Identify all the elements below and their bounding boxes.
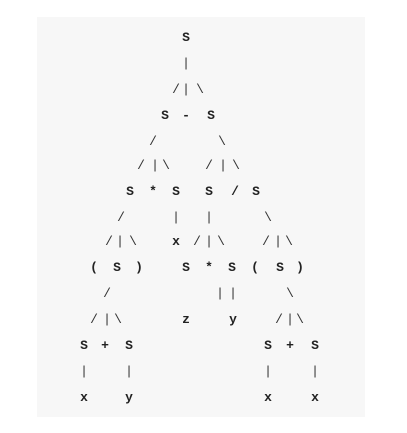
edge-right: \	[162, 158, 170, 173]
edge-vertical: |	[182, 56, 190, 71]
leaf-x: x	[311, 390, 319, 405]
edge-vertical: |	[172, 210, 180, 225]
edge-right: \	[217, 234, 225, 249]
edge-left: /	[137, 158, 145, 173]
symbol-close-paren: )	[296, 260, 304, 275]
edge-right: \	[114, 312, 122, 327]
leaf-y: y	[125, 390, 133, 405]
edge-vertical: |	[229, 286, 237, 301]
edge-vertical: |	[311, 364, 319, 379]
symbol-times: *	[149, 184, 157, 199]
edge-left: /	[149, 134, 157, 149]
edge-left: /	[117, 210, 125, 225]
symbol-s: S	[276, 260, 284, 275]
symbol-s: S	[311, 338, 319, 353]
edge-right: \	[296, 312, 304, 327]
symbol-s: S	[182, 30, 190, 45]
edge-right: \	[232, 158, 240, 173]
edge-vertical: |	[116, 234, 124, 249]
edge-right: \	[196, 82, 204, 97]
symbol-s: S	[125, 338, 133, 353]
symbol-s: S	[172, 184, 180, 199]
symbol-minus: -	[182, 108, 190, 123]
symbol-s: S	[80, 338, 88, 353]
edge-vertical: |	[216, 286, 224, 301]
edge-right: \	[286, 286, 294, 301]
leaf-y: y	[229, 312, 237, 327]
leaf-x: x	[80, 390, 88, 405]
edge-vertical: |	[219, 158, 227, 173]
leaf-x: x	[172, 234, 180, 249]
symbol-close-paren: )	[135, 260, 143, 275]
symbol-plus: +	[101, 338, 109, 353]
edge-vertical: |	[205, 210, 213, 225]
symbol-s: S	[252, 184, 260, 199]
parse-tree-diagram: S | / | \ S - S / \ / | \ / | \ S * S S / S / | | \ / | \ x / | \ / | \(S) S…	[0, 0, 407, 433]
edge-left: /	[205, 158, 213, 173]
edge-left: /	[90, 312, 98, 327]
symbol-divide: /	[231, 184, 239, 199]
edge-vertical: |	[80, 364, 88, 379]
edge-right: \	[129, 234, 137, 249]
edge-vertical: |	[182, 82, 190, 97]
leaf-x: x	[264, 390, 272, 405]
edge-left: /	[103, 286, 111, 301]
edge-vertical: |	[125, 364, 133, 379]
symbol-s: S	[182, 260, 190, 275]
symbol-s: S	[264, 338, 272, 353]
edge-vertical: |	[264, 364, 272, 379]
edge-right: \	[285, 234, 293, 249]
symbol-s: S	[207, 108, 215, 123]
symbol-s: S	[126, 184, 134, 199]
leaf-z: z	[182, 312, 190, 327]
symbol-s: S	[205, 184, 213, 199]
symbol-s: S	[113, 260, 121, 275]
symbol-open-paren: (	[251, 260, 259, 275]
symbol-s: S	[161, 108, 169, 123]
edge-right: \	[218, 134, 226, 149]
edge-right: \	[264, 210, 272, 225]
symbol-plus: +	[286, 338, 294, 353]
symbol-s: S	[228, 260, 236, 275]
symbol-times: *	[205, 260, 213, 275]
symbol-open-paren: (	[90, 260, 98, 275]
